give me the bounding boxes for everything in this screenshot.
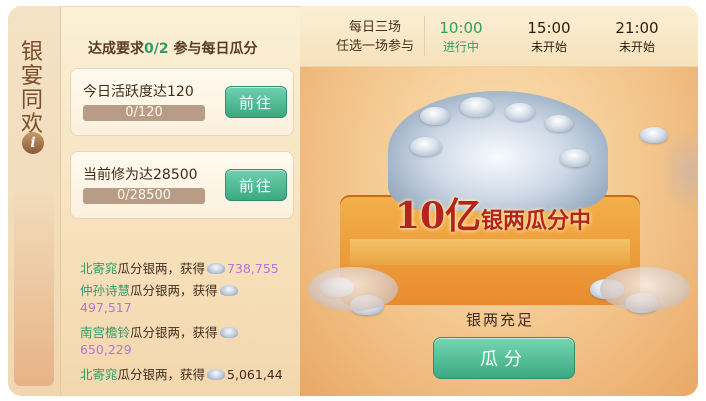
requirements-prefix: 达成要求	[88, 41, 144, 57]
log-text: 瓜分银两，获得	[117, 367, 206, 382]
silver-ingot-icon	[505, 103, 535, 121]
slot-time: 15:00	[527, 19, 571, 37]
log-entry: 仲孙诗慧瓜分银两，获得 497,517	[80, 282, 290, 316]
silver-ingot-icon	[219, 285, 238, 296]
log-player-name: 北寄窕	[80, 367, 118, 382]
silver-ingot-icon	[545, 115, 573, 132]
task-card-cultivation: 当前修为达28500 0/28500 前往	[70, 151, 294, 219]
schedule-title-line2: 任选一场参与	[335, 39, 414, 54]
event-title-strip: 银 宴 同 欢 i	[8, 6, 61, 396]
schedule-slot-1000[interactable]: 10:00 进行中	[426, 19, 496, 56]
silver-ingot-icon	[460, 97, 494, 117]
log-entry: 北寄窕瓜分银两，获得 5,061,44	[80, 366, 290, 383]
log-text: 瓜分银两，获得	[130, 283, 218, 298]
strip-decoration	[14, 186, 54, 386]
silver-ingot-icon	[207, 263, 226, 274]
log-amount: 738,755	[227, 261, 279, 276]
silver-ingot-icon	[219, 327, 238, 338]
log-amount: 497,517	[80, 300, 132, 315]
event-window: 银 宴 同 欢 i 达成要求0/2 参与每日瓜分 今日活跃度达120 0/120…	[8, 6, 698, 396]
slot-time: 10:00	[439, 19, 483, 37]
chest-band	[350, 239, 630, 265]
silver-ingot-icon	[207, 369, 226, 380]
claim-button[interactable]: 瓜分	[433, 337, 575, 379]
silver-ingot-icon	[560, 149, 590, 167]
prize-scene: 10亿银两瓜分中 银两充足 瓜分	[300, 67, 698, 396]
log-amount: 650,229	[80, 342, 132, 357]
task-progress-text: 0/28500	[116, 188, 171, 203]
cloud-decoration	[600, 267, 690, 311]
slot-status: 进行中	[442, 40, 479, 54]
slot-status: 未开始	[530, 40, 567, 54]
log-entry: 北寄窕瓜分银两，获得 738,755	[80, 260, 290, 277]
schedule-title: 每日三场 任选一场参与	[320, 18, 430, 56]
log-player-name: 南宫檐铃	[80, 325, 131, 340]
log-amount: 5,061,44	[227, 367, 283, 382]
task-progress-bar: 0/28500	[83, 188, 205, 204]
task-progress-bar: 0/120	[83, 105, 205, 121]
task-label: 当前修为达28500	[83, 167, 198, 183]
silver-ingot-icon	[640, 127, 668, 143]
requirements-progress: 0/2	[144, 41, 169, 57]
schedule-slot-2100[interactable]: 21:00 未开始	[602, 19, 672, 56]
stock-label: 银两充足	[465, 311, 534, 329]
schedule-slot-1500[interactable]: 15:00 未开始	[514, 19, 584, 56]
slot-status: 未开始	[618, 40, 655, 54]
requirements-header: 达成要求0/2 参与每日瓜分	[88, 38, 257, 58]
requirements-suffix: 参与每日瓜分	[173, 41, 258, 57]
cloud-decoration	[308, 267, 398, 311]
schedule-bar: 每日三场 任选一场参与 10:00 进行中 15:00 未开始 21:00 未开…	[300, 6, 698, 67]
prize-amount: 10亿	[394, 195, 482, 237]
go-button[interactable]: 前往	[225, 169, 287, 201]
silver-ingot-icon	[410, 137, 442, 156]
task-card-activity: 今日活跃度达120 0/120 前往	[70, 68, 294, 136]
divider	[424, 16, 425, 56]
prize-area: 每日三场 任选一场参与 10:00 进行中 15:00 未开始 21:00 未开…	[300, 6, 698, 396]
slot-time: 21:00	[615, 19, 659, 37]
task-label: 今日活跃度达120	[83, 84, 194, 100]
info-icon[interactable]: i	[22, 132, 44, 154]
tasks-panel: 达成要求0/2 参与每日瓜分 今日活跃度达120 0/120 前往 当前修为达2…	[60, 6, 300, 396]
log-player-name: 仲孙诗慧	[80, 283, 131, 298]
prize-headline-text: 银两瓜分中	[481, 208, 592, 234]
prize-headline: 10亿银两瓜分中	[368, 187, 618, 239]
silver-ingot-icon	[420, 107, 450, 125]
task-progress-text: 0/120	[125, 105, 163, 120]
schedule-title-line1: 每日三场	[348, 20, 401, 35]
log-entry: 南宫檐铃瓜分银两，获得 650,229	[80, 324, 290, 358]
log-player-name: 北寄窕	[80, 261, 118, 276]
go-button[interactable]: 前往	[225, 86, 287, 118]
log-text: 瓜分银两，获得	[117, 261, 206, 276]
log-text: 瓜分银两，获得	[130, 325, 218, 340]
